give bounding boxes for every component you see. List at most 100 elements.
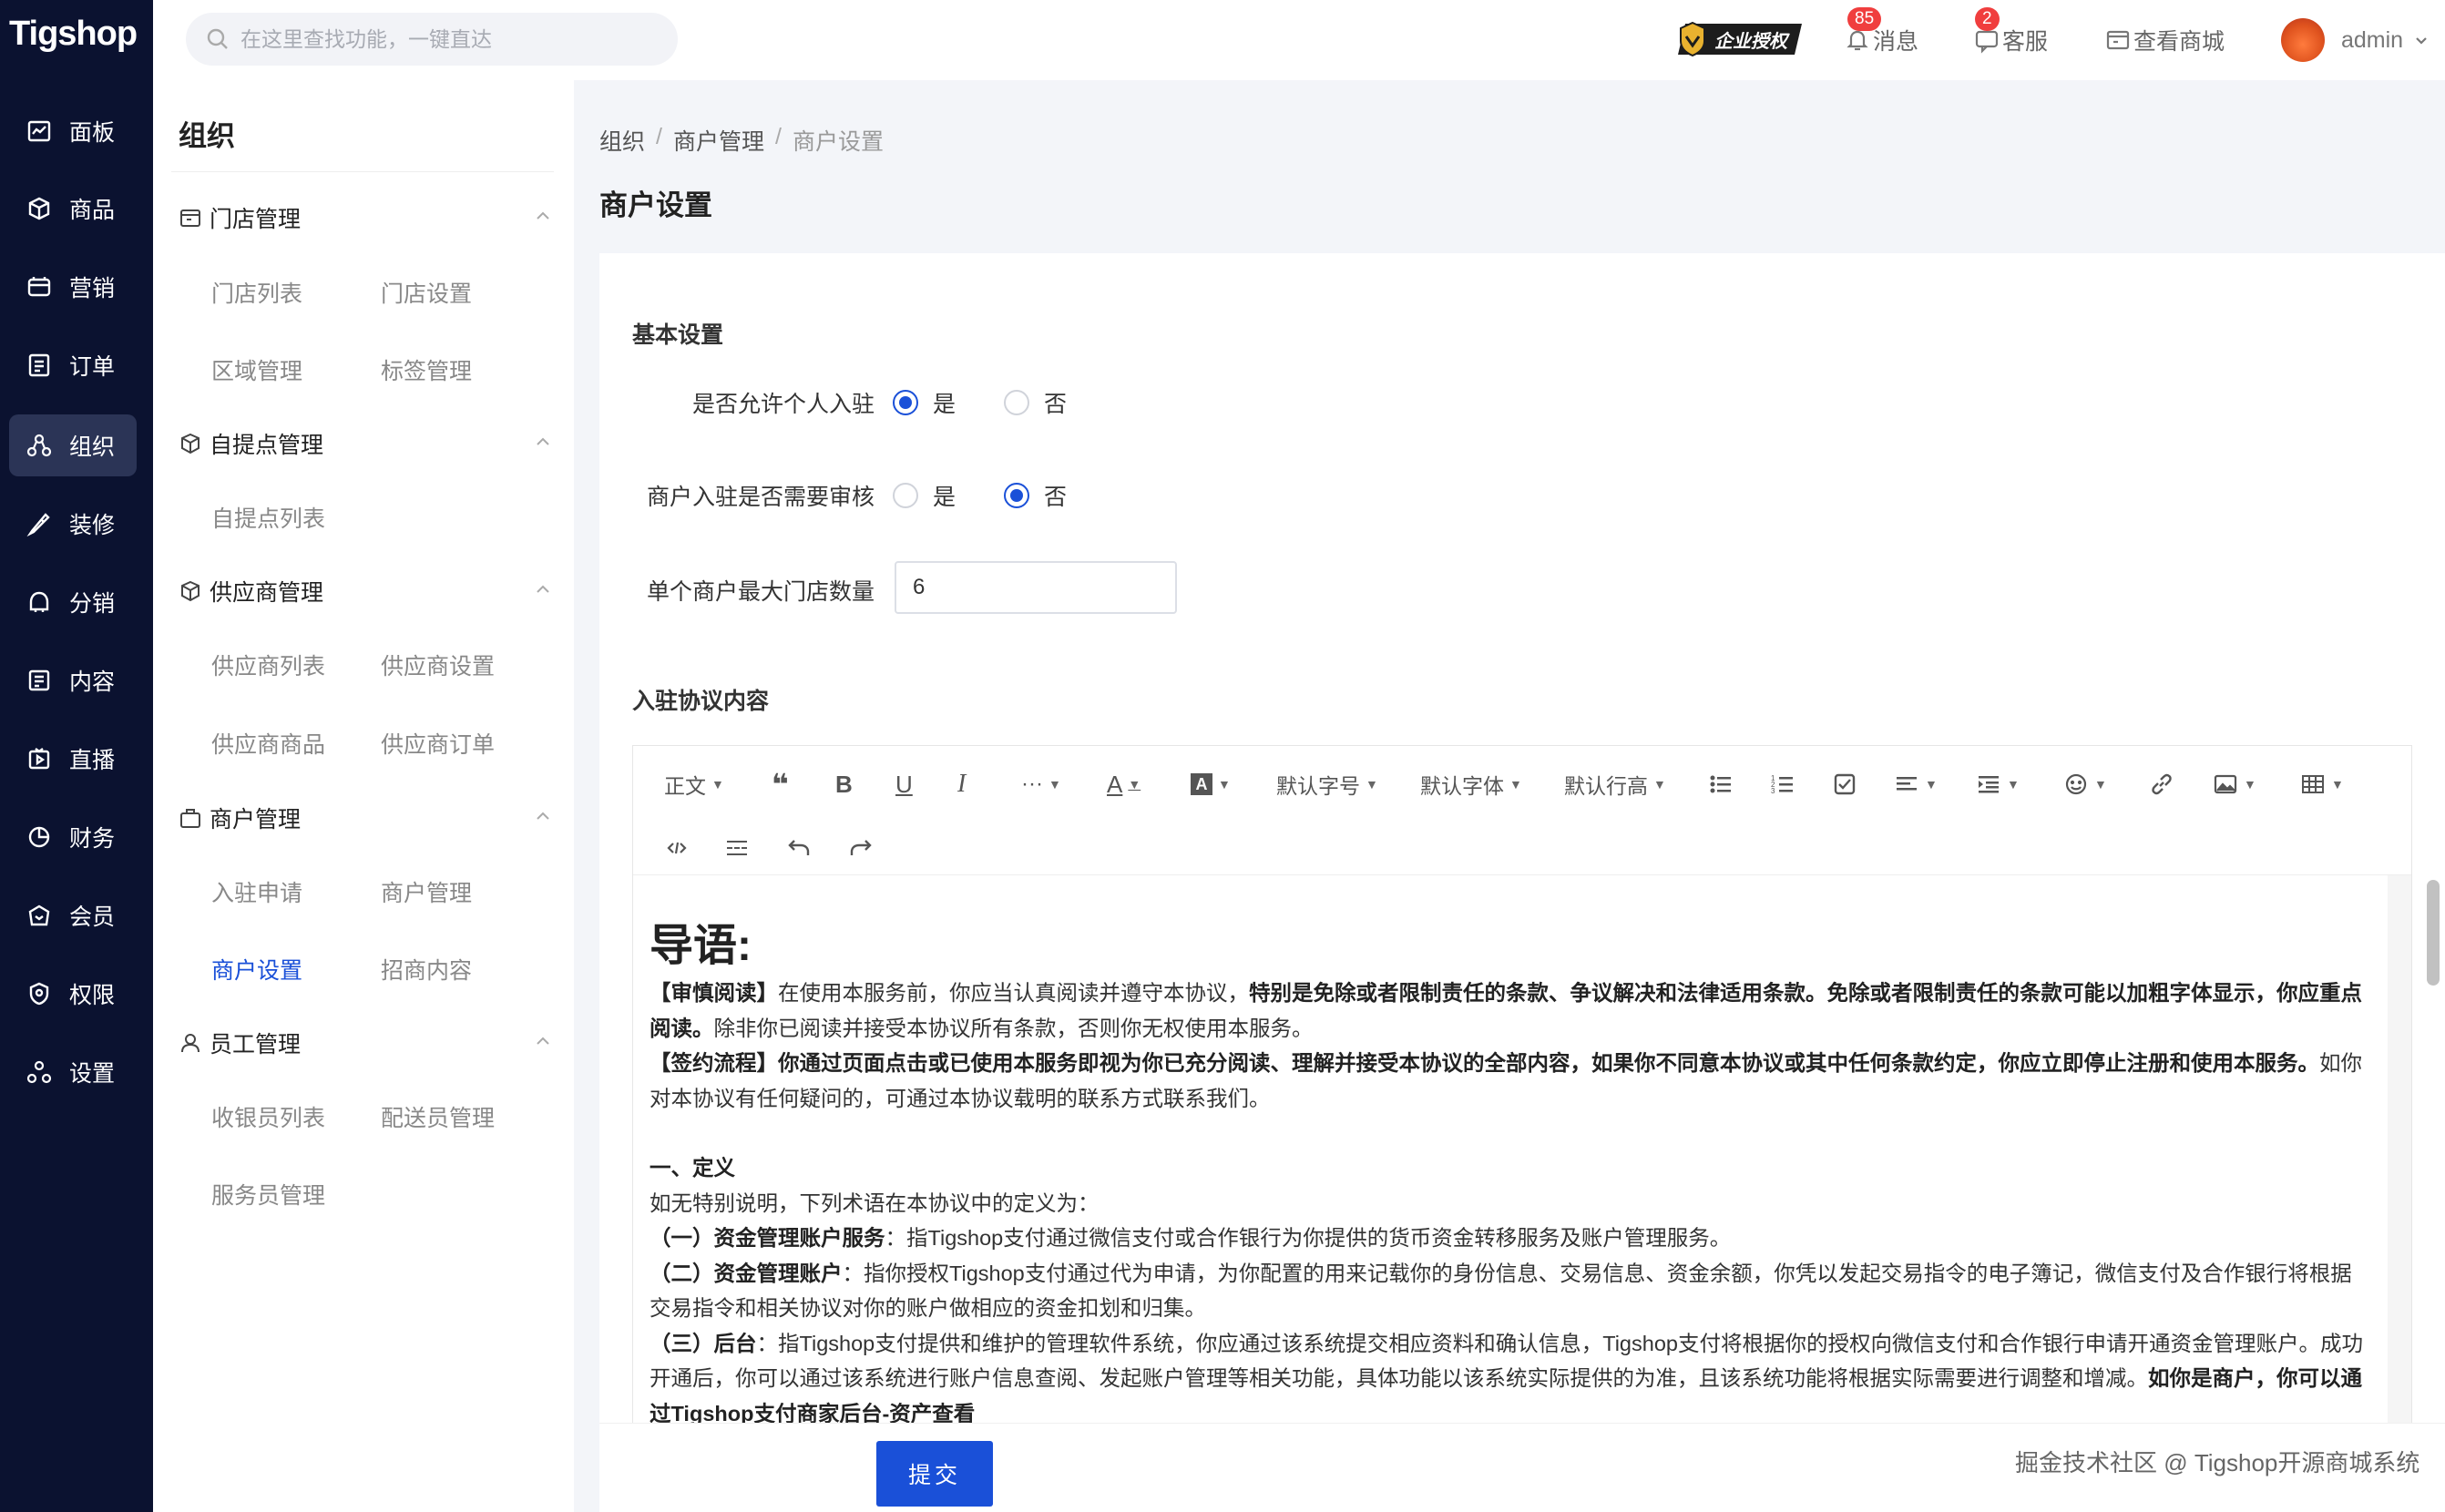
align-icon[interactable]: ▼ xyxy=(1894,766,1938,802)
nav-item-orders[interactable]: 订单 xyxy=(9,334,137,396)
max-store-input[interactable] xyxy=(895,561,1177,614)
bulleted-list-icon[interactable] xyxy=(1708,766,1734,802)
italic-icon[interactable]: I xyxy=(957,766,966,802)
subnav-item-supplier-orders[interactable]: 供应商订单 xyxy=(381,727,495,760)
group-store-management[interactable]: 门店管理 xyxy=(179,199,561,236)
group-pickup-management[interactable]: 自提点管理 xyxy=(179,425,561,462)
service-label: 客服 xyxy=(2002,29,2049,55)
subnav-item-courier-management[interactable]: 配送员管理 xyxy=(381,1100,495,1133)
underline-icon[interactable]: U xyxy=(895,766,913,802)
editor-content[interactable]: 导语: 【审慎阅读】在使用本服务前，你应当认真阅读并遵守本协议，特别是免除或者限… xyxy=(633,875,2388,1446)
rich-text-editor: 正文 ▼ ❝ B U I ··· ▼ A ▼ A ▼ 默认字号 ▼ 默认字体 ▼ 默认行高 ▼… xyxy=(632,745,2412,1446)
radio-dot xyxy=(1004,390,1029,415)
nav-item-dashboard[interactable]: 面板 xyxy=(9,100,137,162)
subnav-item-waiter-management[interactable]: 服务员管理 xyxy=(211,1178,325,1211)
max-store-label: 单个商户最大门店数量 xyxy=(646,579,875,605)
redo-icon[interactable] xyxy=(848,830,874,866)
group-supplier-management[interactable]: 供应商管理 xyxy=(179,573,561,609)
group-merchant-management[interactable]: 商户管理 xyxy=(179,800,561,836)
font-family-select[interactable]: 默认字体 ▼ xyxy=(1420,766,1522,802)
table-icon[interactable]: ▼ xyxy=(2300,766,2344,802)
nav-item-live[interactable]: 直播 xyxy=(9,728,137,790)
font-size-select[interactable]: 默认字号 ▼ xyxy=(1276,766,1378,802)
font-family-label: 默认字体 xyxy=(1420,774,1504,798)
subnav-item-pickup-list[interactable]: 自提点列表 xyxy=(211,501,325,534)
need-review-yes-radio[interactable]: 是 xyxy=(893,479,956,512)
cube-icon xyxy=(179,431,204,456)
content-section-title: 一、定义 xyxy=(650,1156,735,1180)
line-height-select[interactable]: 默认行高 ▼ xyxy=(1564,766,1666,802)
code-icon[interactable] xyxy=(664,830,690,866)
nav-item-members[interactable]: 会员 xyxy=(9,884,137,946)
subnav-item-region-management[interactable]: 区域管理 xyxy=(211,353,302,386)
breadcrumb-item[interactable]: 组织 xyxy=(599,124,645,157)
subnav-item-store-list[interactable]: 门店列表 xyxy=(211,276,302,309)
need-review-label: 商户入驻是否需要审核 xyxy=(646,485,875,510)
need-review-no-radio[interactable]: 否 xyxy=(1004,479,1067,512)
nav-item-organization[interactable]: 组织 xyxy=(9,414,137,476)
subnav-item-merchant-settings[interactable]: 商户设置 xyxy=(211,953,302,986)
breadcrumb-current: 商户设置 xyxy=(792,129,884,155)
undo-icon[interactable] xyxy=(786,830,812,866)
allow-personal-no-radio[interactable]: 否 xyxy=(1004,386,1067,419)
chevron-up-icon xyxy=(537,812,549,820)
radio-label: 是 xyxy=(933,392,957,417)
nav-item-content[interactable]: 内容 xyxy=(9,649,137,711)
subnav-item-store-settings[interactable]: 门店设置 xyxy=(381,276,472,309)
submit-button[interactable]: 提交 xyxy=(876,1441,993,1507)
breadcrumb-item[interactable]: 商户管理 xyxy=(673,124,764,157)
view-store-button[interactable]: 查看商城 xyxy=(2104,20,2225,60)
top-header: 企业授权 消息 85 客服 2 查看商城 admin xyxy=(153,0,2445,80)
user-menu[interactable]: admin xyxy=(2281,16,2436,64)
quote-icon[interactable]: ❝ xyxy=(772,766,789,802)
member-icon xyxy=(26,902,53,929)
group-staff-management[interactable]: 员工管理 xyxy=(179,1025,561,1061)
main-nav-rail: Tigshop 面板 商品 营销 订单 组织 装修 分销 内容 直播 财务 会员… xyxy=(0,0,153,1512)
secondary-sidebar: 组织 门店管理 门店列表 门店设置 区域管理 标签管理 自提点管理 自提点列表 … xyxy=(153,80,574,1512)
group-label: 员工管理 xyxy=(210,1032,302,1057)
avatar xyxy=(2281,18,2325,62)
paragraph-format-select[interactable]: 正文 ▼ xyxy=(664,766,724,802)
customer-service-button[interactable]: 客服 2 xyxy=(1973,7,2049,60)
caret-down-icon: ▼ xyxy=(711,777,724,792)
search-input[interactable] xyxy=(240,26,660,52)
nav-item-products[interactable]: 商品 xyxy=(9,178,137,240)
divider-icon[interactable] xyxy=(724,830,750,866)
chevron-down-icon xyxy=(2416,37,2427,45)
enterprise-license-badge[interactable]: 企业授权 xyxy=(1674,18,1807,60)
subnav-item-supplier-settings[interactable]: 供应商设置 xyxy=(381,649,495,681)
numbered-list-icon[interactable]: 123 xyxy=(1770,766,1795,802)
nav-item-settings[interactable]: 设置 xyxy=(9,1041,137,1103)
allow-personal-yes-radio[interactable]: 是 xyxy=(893,386,956,419)
indent-icon[interactable]: ▼ xyxy=(1976,766,2020,802)
subnav-item-merchant-management[interactable]: 商户管理 xyxy=(381,875,472,908)
radio-label: 否 xyxy=(1044,392,1068,417)
editor-scrollbar[interactable] xyxy=(2388,875,2411,1446)
nav-item-distribution[interactable]: 分销 xyxy=(9,571,137,633)
subnav-item-join-applications[interactable]: 入驻申请 xyxy=(211,875,302,908)
link-icon[interactable] xyxy=(2149,766,2174,802)
nav-item-permissions[interactable]: 权限 xyxy=(9,963,137,1025)
app-logo[interactable]: Tigshop xyxy=(9,15,146,62)
subnav-item-recruitment-content[interactable]: 招商内容 xyxy=(381,953,472,986)
nav-item-marketing[interactable]: 营销 xyxy=(9,256,137,318)
messages-button[interactable]: 消息 85 xyxy=(1844,7,1918,60)
font-color-icon[interactable]: A ▼ xyxy=(1107,766,1141,802)
subnav-item-tag-management[interactable]: 标签管理 xyxy=(381,353,472,386)
organization-icon xyxy=(26,432,53,459)
global-search[interactable] xyxy=(186,13,678,66)
editor-scrollbar-thumb[interactable] xyxy=(2427,880,2440,986)
watermark-text: 掘金技术社区 @ Tigshop开源商城系统 xyxy=(2015,1449,2420,1476)
nav-item-decoration[interactable]: 装修 xyxy=(9,493,137,555)
background-color-icon[interactable]: A ▼ xyxy=(1191,766,1231,802)
radio-dot xyxy=(1004,483,1029,508)
todo-checkbox-icon[interactable] xyxy=(1832,766,1857,802)
subnav-item-supplier-list[interactable]: 供应商列表 xyxy=(211,649,325,681)
nav-item-finance[interactable]: 财务 xyxy=(9,806,137,868)
more-icon[interactable]: ··· ▼ xyxy=(1021,766,1061,802)
subnav-item-supplier-products[interactable]: 供应商商品 xyxy=(211,727,325,760)
subnav-item-cashier-list[interactable]: 收银员列表 xyxy=(211,1100,325,1133)
emoji-icon[interactable]: ▼ xyxy=(2063,766,2107,802)
bold-icon[interactable]: B xyxy=(835,766,853,802)
image-icon[interactable]: ▼ xyxy=(2213,766,2256,802)
